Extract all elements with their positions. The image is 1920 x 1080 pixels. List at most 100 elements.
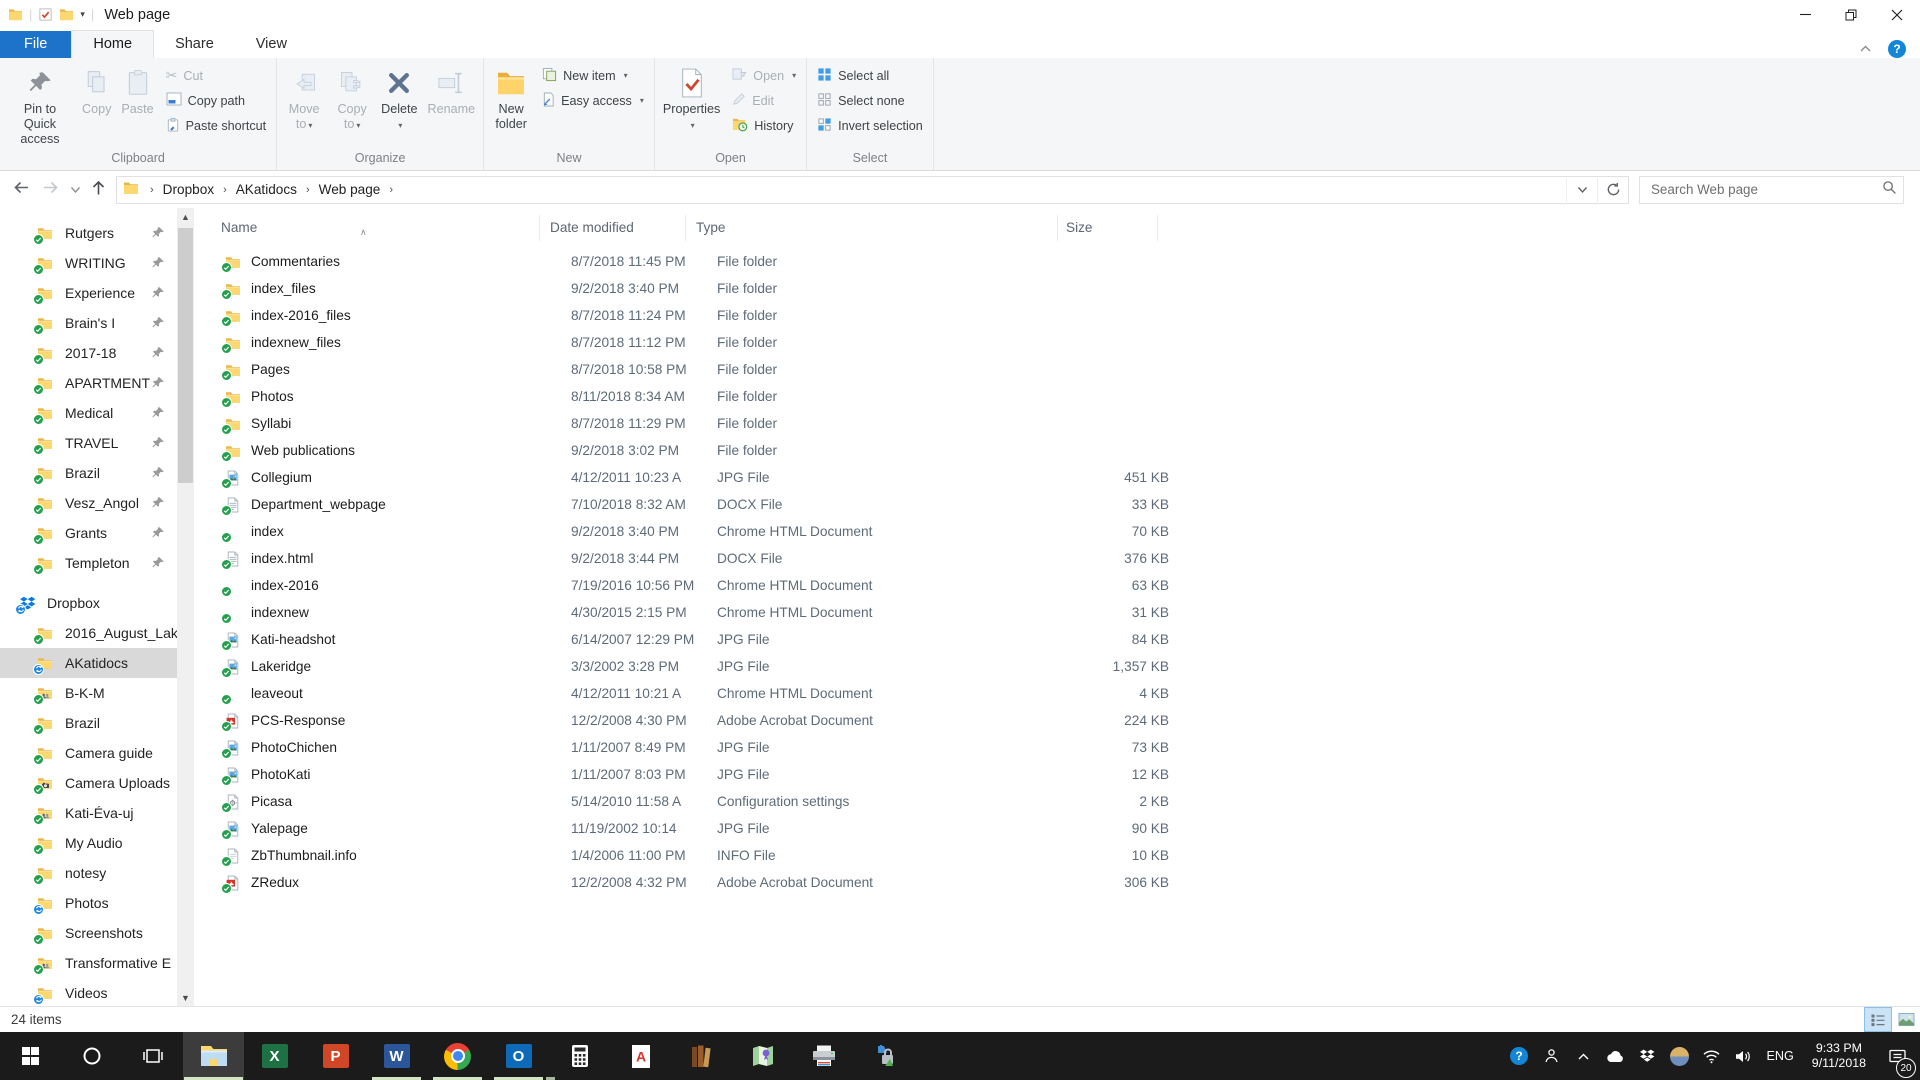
sidebar-item-medical[interactable]: Medical — [0, 398, 177, 428]
paste-shortcut-button[interactable]: Paste shortcut — [159, 113, 274, 138]
sidebar-item-2016-august-lak[interactable]: 2016_August_Lak — [0, 618, 177, 648]
sidebar-item-2017-18[interactable]: 2017-18 — [0, 338, 177, 368]
sidebar-scrollbar[interactable]: ▲ ▼ — [177, 208, 194, 1006]
taskbar-calibre-button[interactable] — [671, 1032, 732, 1080]
up-icon[interactable] — [91, 179, 106, 201]
taskbar-file-sync-button[interactable] — [854, 1032, 915, 1080]
scrollbar-thumb[interactable] — [178, 228, 193, 483]
file-row-photochichen[interactable]: PhotoChichen1/11/2007 8:49 PMJPG File73 … — [200, 734, 1920, 761]
tab-file[interactable]: File — [0, 31, 71, 58]
cut-button[interactable]: ✂Cut — [159, 63, 274, 88]
sidebar-item-kati-va-uj[interactable]: Kati-Éva-uj — [0, 798, 177, 828]
file-row-lakeridge[interactable]: Lakeridge3/3/2002 3:28 PMJPG File1,357 K… — [200, 653, 1920, 680]
file-row-index-files[interactable]: index_files9/2/2018 3:40 PMFile folder — [200, 275, 1920, 302]
file-row-zredux[interactable]: ZRedux12/2/2008 4:32 PMAdobe Acrobat Doc… — [200, 869, 1920, 896]
thumbnail-view-button[interactable] — [1892, 1007, 1920, 1032]
minimize-button[interactable] — [1782, 0, 1828, 29]
sidebar-item-b-k-m[interactable]: B-K-M — [0, 678, 177, 708]
new-folder-button[interactable]: New folder — [487, 60, 535, 150]
open-button[interactable]: Open▾ — [725, 63, 803, 88]
close-button[interactable] — [1874, 0, 1920, 29]
help-icon[interactable]: ? — [1888, 40, 1906, 58]
sidebar-item-transformative-e[interactable]: Transformative E — [0, 948, 177, 978]
onedrive-icon[interactable] — [1602, 1036, 1629, 1076]
scroll-down-icon[interactable]: ▼ — [177, 989, 194, 1006]
restore-button[interactable] — [1828, 0, 1874, 29]
file-row-pcs-response[interactable]: PCS-Response12/2/2008 4:30 PMAdobe Acrob… — [200, 707, 1920, 734]
breadcrumb-akatidocs[interactable]: AKatidocs — [236, 182, 297, 197]
taskbar-chrome-button[interactable] — [427, 1032, 488, 1080]
properties-button[interactable]: Properties▾ — [658, 60, 725, 150]
sidebar-item-dropbox[interactable]: Dropbox — [0, 588, 177, 618]
search-box[interactable] — [1639, 176, 1904, 204]
file-row-picasa[interactable]: Picasa5/14/2010 11:58 AConfiguration set… — [200, 788, 1920, 815]
recent-locations-icon[interactable] — [70, 181, 81, 199]
file-row-photos[interactable]: Photos8/11/2018 8:34 AMFile folder — [200, 383, 1920, 410]
refresh-icon[interactable] — [1597, 178, 1628, 202]
copy-path-button[interactable]: Copy path — [159, 88, 274, 113]
file-row-collegium[interactable]: Collegium4/12/2011 10:23 AJPG File451 KB — [200, 464, 1920, 491]
select-none-button[interactable]: Select none — [810, 88, 930, 113]
file-row-indexnew-files[interactable]: indexnew_files8/7/2018 11:12 PMFile fold… — [200, 329, 1920, 356]
taskbar-word-button[interactable]: W — [366, 1032, 427, 1080]
tray-help-icon[interactable]: ? — [1506, 1036, 1533, 1076]
sidebar-item-camera-uploads[interactable]: Camera Uploads — [0, 768, 177, 798]
sidebar-item-videos[interactable]: Videos — [0, 978, 177, 1006]
file-row-commentaries[interactable]: Commentaries8/7/2018 11:45 PMFile folder — [200, 248, 1920, 275]
file-row-yalepage[interactable]: Yalepage11/19/2002 10:14JPG File90 KB — [200, 815, 1920, 842]
search-input[interactable] — [1649, 181, 1882, 198]
sidebar-item-apartment[interactable]: APARTMENT — [0, 368, 177, 398]
sidebar-item-vesz-angol[interactable]: Vesz_Angol — [0, 488, 177, 518]
tab-home[interactable]: Home — [71, 30, 154, 58]
file-row-indexnew[interactable]: indexnew4/30/2015 2:15 PMChrome HTML Doc… — [200, 599, 1920, 626]
tray-expand-icon[interactable] — [1570, 1036, 1597, 1076]
collapse-ribbon-icon[interactable] — [1859, 40, 1872, 58]
sidebar-item-brazil[interactable]: Brazil — [0, 458, 177, 488]
taskbar-maps-button[interactable] — [732, 1032, 793, 1080]
new-item-button[interactable]: New item▾ — [535, 63, 651, 88]
file-row-kati-headshot[interactable]: Kati-headshot6/14/2007 12:29 PMJPG File8… — [200, 626, 1920, 653]
user-avatar[interactable] — [1666, 1036, 1693, 1076]
taskbar-calculator-button[interactable] — [549, 1032, 610, 1080]
history-button[interactable]: History — [725, 113, 803, 138]
edit-button[interactable]: Edit — [725, 88, 803, 113]
file-row-leaveout[interactable]: leaveout4/12/2011 10:21 AChrome HTML Doc… — [200, 680, 1920, 707]
select-all-button[interactable]: Select all — [810, 63, 930, 88]
file-row-pages[interactable]: Pages8/7/2018 10:58 PMFile folder — [200, 356, 1920, 383]
easy-access-button[interactable]: Easy access▾ — [535, 88, 651, 113]
taskbar-outlook-button[interactable]: O — [488, 1032, 549, 1080]
tab-view[interactable]: View — [235, 31, 308, 58]
file-row-photokati[interactable]: PhotoKati1/11/2007 8:03 PMJPG File12 KB — [200, 761, 1920, 788]
sidebar-item-akatidocs[interactable]: AKatidocs — [0, 648, 177, 678]
column-header-name[interactable]: ∧Name — [200, 215, 540, 241]
taskbar-cortana-button[interactable] — [61, 1032, 122, 1080]
file-row-index-2016[interactable]: index-20167/19/2016 10:56 PMChrome HTML … — [200, 572, 1920, 599]
column-header-size[interactable]: Size — [1058, 215, 1158, 241]
taskbar-task-view-button[interactable] — [122, 1032, 183, 1080]
rename-button[interactable]: Rename — [423, 60, 481, 150]
language-indicator[interactable]: ENG — [1762, 1049, 1799, 1063]
sidebar-item-travel[interactable]: TRAVEL — [0, 428, 177, 458]
sidebar-item-screenshots[interactable]: Screenshots — [0, 918, 177, 948]
address-dropdown-icon[interactable] — [1566, 178, 1597, 202]
delete-button[interactable]: Delete▾ — [376, 60, 422, 150]
sidebar-item-grants[interactable]: Grants — [0, 518, 177, 548]
taskbar-acrobat-button[interactable]: A — [610, 1032, 671, 1080]
copy-button[interactable]: Copy — [77, 60, 116, 150]
sidebar-item-brain-s-i[interactable]: Brain's I — [0, 308, 177, 338]
sidebar-item-my-audio[interactable]: My Audio — [0, 828, 177, 858]
sidebar-item-experience[interactable]: Experience — [0, 278, 177, 308]
paste-button[interactable]: Paste — [116, 60, 158, 150]
taskbar-excel-button[interactable]: X — [244, 1032, 305, 1080]
sidebar-item-photos[interactable]: Photos — [0, 888, 177, 918]
action-center-icon[interactable]: 20 — [1879, 1036, 1915, 1076]
taskbar-printer-button[interactable] — [793, 1032, 854, 1080]
dropbox-tray-icon[interactable] — [1634, 1036, 1661, 1076]
address-bar[interactable]: › Dropbox › AKatidocs › Web page › — [116, 176, 1629, 204]
breadcrumb-dropbox[interactable]: Dropbox — [163, 182, 214, 197]
sidebar-item-templeton[interactable]: Templeton — [0, 548, 177, 578]
back-icon[interactable] — [12, 179, 31, 201]
file-row-syllabi[interactable]: Syllabi8/7/2018 11:29 PMFile folder — [200, 410, 1920, 437]
breadcrumb-web-page[interactable]: Web page — [319, 182, 381, 197]
qat-customize-icon[interactable]: ▾ — [80, 9, 85, 20]
